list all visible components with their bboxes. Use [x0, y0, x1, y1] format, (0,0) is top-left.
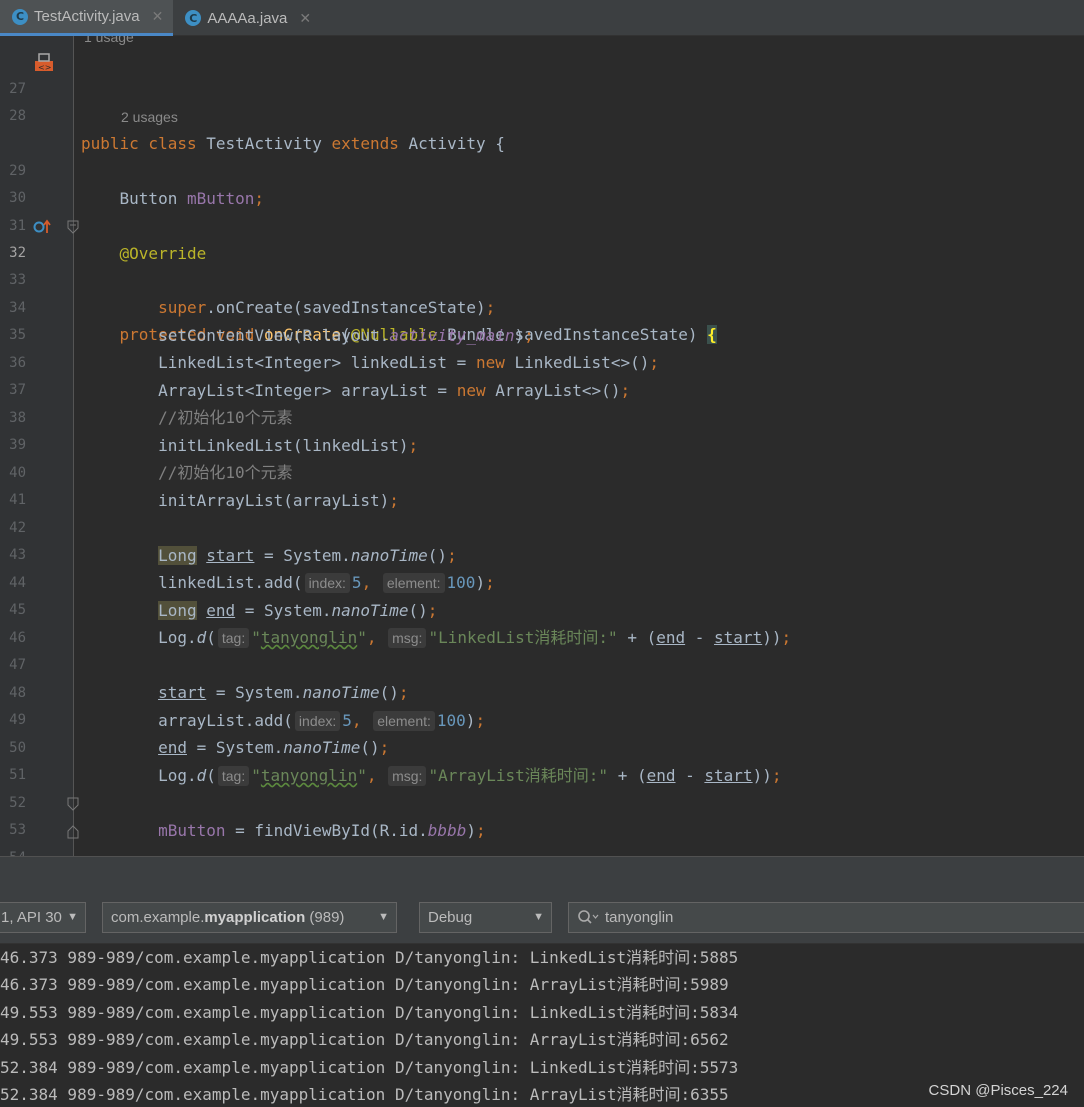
- code-line: 38 initLinkedList(linkedList);: [0, 378, 1084, 455]
- search-icon[interactable]: [577, 909, 599, 927]
- code-line: 43 linkedList.add(index: 5, element: 100);: [0, 515, 1084, 593]
- line-number: 28: [9, 108, 26, 124]
- logcat-output[interactable]: 46.373 989-989/com.example.myapplication…: [0, 944, 1084, 1107]
- java-class-icon: C: [12, 8, 28, 25]
- code-line: 32 protected void onCreate(@Nullable Bun…: [0, 213, 1084, 344]
- search-value: tanyonglin: [605, 909, 674, 926]
- code-line: 40 initArrayList(arrayList);: [0, 433, 1084, 510]
- code-line: 37 //初始化10个元素: [0, 350, 1084, 427]
- code-line: 30: [0, 158, 1084, 206]
- usages-hint[interactable]: 2 usages: [121, 104, 178, 131]
- log-line: 46.373 989-989/com.example.myapplication…: [0, 948, 739, 967]
- tab-label: AAAAa.java: [207, 9, 288, 27]
- code-line: 36 ArrayList<Integer> arrayList = new Ar…: [0, 323, 1084, 400]
- code-line: 39 //初始化10个元素: [0, 405, 1084, 482]
- close-icon[interactable]: ✕: [152, 8, 164, 25]
- code-line: 48 arrayList.add(index: 5, element: 100);: [0, 653, 1084, 731]
- log-line: 49.553 989-989/com.example.myapplication…: [0, 1030, 729, 1049]
- fold-icon[interactable]: [67, 797, 79, 811]
- process-name: myapplication: [204, 909, 306, 926]
- code-line: 44 Long end = System.nanoTime();: [0, 543, 1084, 620]
- editor-tab-bar: C TestActivity.java ✕ C AAAAa.java ✕: [0, 0, 1084, 36]
- code-line: 52 mButton = findViewById(R.id.bbbb);: [0, 763, 1084, 840]
- device-selector-value: 1, API 30: [1, 909, 62, 926]
- code-line: 51: [0, 735, 1084, 783]
- tab-aaaaa[interactable]: C AAAAa.java ✕: [173, 0, 321, 36]
- code-line: 28: [0, 76, 1084, 124]
- code-line: 34 setContentView(R.layout.activity_main…: [0, 268, 1084, 345]
- android-activity-icon[interactable]: <>: [33, 51, 55, 73]
- code-line: 31 @Override: [0, 186, 1084, 263]
- code-line: 49 end = System.nanoTime();: [0, 680, 1084, 757]
- device-selector[interactable]: 1, API 30 ▼: [0, 902, 86, 933]
- chevron-down-icon: ▼: [378, 911, 389, 923]
- process-selector[interactable]: com.example.myapplication (989) ▼: [102, 902, 397, 933]
- line-number: 54: [0, 845, 26, 856]
- code-line: 27 <> public class TestActivity extends …: [0, 49, 1084, 153]
- fold-icon[interactable]: [67, 220, 79, 234]
- tab-label: TestActivity.java: [34, 8, 140, 25]
- code-line: 35 LinkedList<Integer> linkedList = new …: [0, 295, 1084, 372]
- log-line: 52.384 989-989/com.example.myapplication…: [0, 1058, 739, 1077]
- log-line: 52.384 989-989/com.example.myapplication…: [0, 1085, 729, 1104]
- code-line: 50 Log.d(tag: "tanyonglin", msg: "ArrayLis…: [0, 708, 1084, 786]
- code-line: 45 Log.d(tag: "tanyonglin", msg: "LinkedLi…: [0, 570, 1084, 648]
- code-line: 41: [0, 460, 1084, 508]
- close-icon[interactable]: ✕: [299, 10, 311, 27]
- log-level-value: Debug: [428, 909, 473, 926]
- code-line: 54 });: [0, 818, 1084, 856]
- logcat-toolbar: 1, API 30 ▼ com.example.myapplication (9…: [0, 890, 1084, 944]
- logcat-search-input[interactable]: tanyonglin: [568, 902, 1084, 933]
- tab-testactivity[interactable]: C TestActivity.java ✕: [0, 0, 174, 36]
- fold-end-icon[interactable]: [67, 825, 79, 839]
- code-line: 46: [0, 598, 1084, 646]
- code-editor[interactable]: 1 usage 27 <> public class TestActivity …: [0, 36, 1084, 856]
- override-method-icon[interactable]: [33, 219, 51, 235]
- watermark: CSDN @Pisces_224: [928, 1082, 1068, 1099]
- process-pid: (989): [305, 909, 345, 926]
- code-line: 33 super.onCreate(savedInstanceState);: [0, 240, 1084, 317]
- log-line: 49.553 989-989/com.example.myapplication…: [0, 1003, 739, 1022]
- code-line: 47 start = System.nanoTime();: [0, 625, 1084, 702]
- log-level-selector[interactable]: Debug ▼: [419, 902, 552, 933]
- chevron-down-icon: ▼: [67, 911, 78, 923]
- panel-separator[interactable]: [0, 856, 1084, 890]
- process-prefix: com.example.: [111, 909, 205, 926]
- log-line: 46.373 989-989/com.example.myapplication…: [0, 975, 729, 994]
- chevron-down-icon: ▼: [533, 911, 544, 923]
- code-line: 53 mButton.setOnClickListener(v -> {: [0, 790, 1084, 838]
- svg-text:<>: <>: [38, 63, 51, 72]
- java-class-icon: C: [185, 10, 202, 26]
- code-line: 29 Button mButton;: [0, 131, 1084, 208]
- code-line: 42 Long start = System.nanoTime();: [0, 488, 1084, 565]
